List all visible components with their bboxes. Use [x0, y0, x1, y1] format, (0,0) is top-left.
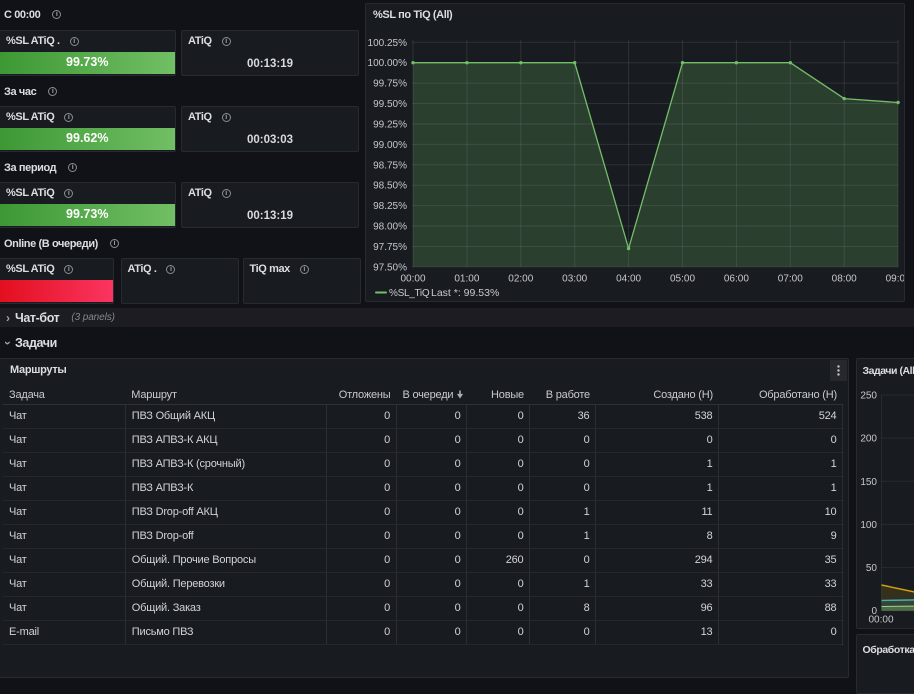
svg-text:01:00: 01:00 — [454, 274, 479, 285]
svg-text:%SL_TiQ: %SL_TiQ — [389, 288, 430, 299]
svg-text:07:00: 07:00 — [778, 274, 803, 285]
svg-text:99.00%: 99.00% — [373, 140, 407, 151]
svg-text:00:00: 00:00 — [868, 615, 893, 626]
svg-text:97.75%: 97.75% — [373, 242, 407, 253]
svg-text:06:00: 06:00 — [724, 274, 749, 285]
svg-text:98.50%: 98.50% — [373, 181, 407, 192]
svg-text:Last *: 99.53%: Last *: 99.53% — [431, 287, 499, 299]
svg-text:03:00: 03:00 — [562, 274, 587, 285]
svg-text:05:00: 05:00 — [670, 274, 695, 285]
svg-text:100.00%: 100.00% — [368, 58, 408, 69]
svg-text:99.25%: 99.25% — [373, 120, 407, 131]
svg-text:98.00%: 98.00% — [373, 222, 407, 233]
svg-text:00:00: 00:00 — [400, 274, 425, 285]
svg-text:150: 150 — [860, 477, 877, 488]
svg-text:04:00: 04:00 — [616, 274, 641, 285]
svg-text:99.50%: 99.50% — [373, 99, 407, 110]
svg-text:100.25%: 100.25% — [368, 38, 408, 49]
svg-text:09:00: 09:00 — [886, 274, 904, 285]
svg-text:98.75%: 98.75% — [373, 160, 407, 171]
svg-text:98.25%: 98.25% — [373, 201, 407, 212]
svg-text:08:00: 08:00 — [832, 274, 857, 285]
svg-text:250: 250 — [860, 391, 877, 402]
svg-text:200: 200 — [860, 434, 877, 445]
svg-text:02:00: 02:00 — [508, 274, 533, 285]
svg-text:99.75%: 99.75% — [373, 79, 407, 90]
svg-text:50: 50 — [865, 563, 877, 574]
svg-text:97.50%: 97.50% — [373, 262, 407, 273]
svg-text:100: 100 — [860, 520, 877, 531]
